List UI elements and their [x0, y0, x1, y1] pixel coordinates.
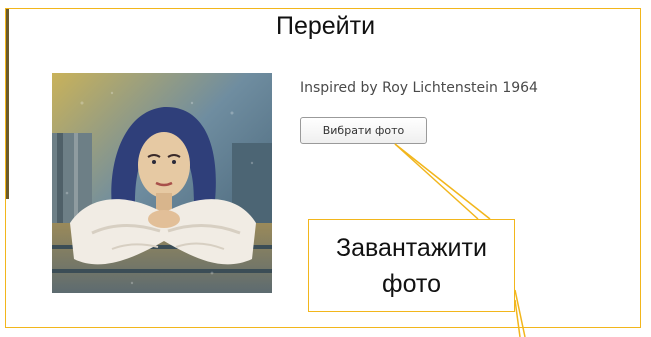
portrait-photo — [52, 73, 272, 293]
page-title[interactable]: Перейти — [0, 12, 651, 41]
image-caption: Inspired by Roy Lichtenstein 1964 — [300, 80, 538, 96]
callout-line-1: Завантажити — [336, 233, 487, 262]
upload-photo-callout: Завантажити фото — [308, 219, 515, 312]
choose-photo-button[interactable]: Вибрати фото — [300, 117, 427, 144]
callout-line-2: фото — [382, 269, 441, 298]
portrait-photo-icon — [52, 73, 272, 293]
frame-notch — [4, 0, 106, 8]
